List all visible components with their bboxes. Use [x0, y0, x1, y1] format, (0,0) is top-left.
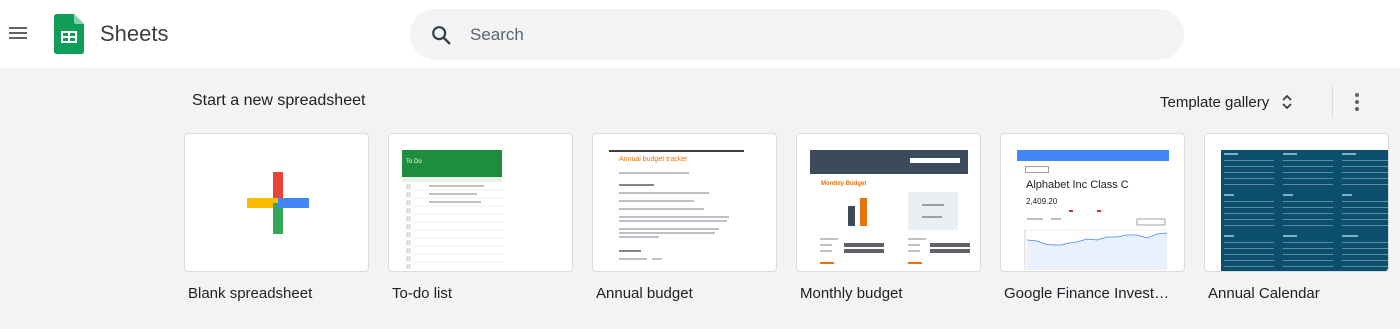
finance-header — [1017, 150, 1169, 161]
menu-icon[interactable] — [7, 24, 29, 44]
search-icon[interactable] — [430, 24, 452, 46]
plus-icon — [247, 172, 309, 234]
template-label: Monthly budget — [800, 285, 903, 302]
monthly-mini-chart — [820, 192, 970, 264]
search-bar[interactable] — [410, 9, 1184, 60]
todo-thumb-title: To Do — [406, 159, 422, 165]
template-thumbnail[interactable]: Monthly Budget — [796, 133, 981, 272]
todo-rows — [402, 184, 502, 269]
template-card-annual-calendar[interactable]: Annual Calendar — [1204, 133, 1389, 302]
finance-ticker-box — [1025, 166, 1049, 173]
budget-top-rule — [609, 150, 744, 152]
toolbar-divider — [1332, 86, 1333, 118]
finance-thumb-value: 2,409.20 — [1026, 197, 1058, 206]
monthly-header — [810, 150, 968, 174]
template-label: To-do list — [392, 285, 453, 302]
monthly-header-field — [910, 158, 960, 163]
template-card-monthly-budget[interactable]: Monthly Budget Monthly budget — [796, 133, 981, 302]
template-card-todo[interactable]: To Do To-do list — [388, 133, 573, 302]
finance-mini-chart — [1024, 210, 1168, 270]
template-card-blank[interactable]: Blank spreadsheet — [184, 133, 369, 302]
template-thumbnail[interactable]: Annual budget tracker — [592, 133, 777, 272]
top-bar: Sheets — [0, 0, 1400, 68]
sheets-logo-icon[interactable] — [54, 14, 84, 54]
template-label: Annual budget — [596, 285, 693, 302]
template-thumbnail[interactable]: Alphabet Inc Class C 2,409.20 — [1000, 133, 1185, 272]
app-title[interactable]: Sheets — [100, 20, 169, 48]
template-card-annual-budget[interactable]: Annual budget tracker Annual budget — [592, 133, 777, 302]
template-label: Google Finance Invest… — [1004, 285, 1170, 302]
monthly-thumb-title: Monthly Budget — [821, 181, 867, 187]
template-gallery-label: Template gallery — [1160, 93, 1270, 111]
section-title: Start a new spreadsheet — [192, 92, 366, 109]
calendar-mini-grid — [1221, 150, 1388, 271]
template-card-google-finance[interactable]: Alphabet Inc Class C 2,409.20 Google Fin… — [1000, 133, 1185, 302]
template-label: Blank spreadsheet — [188, 285, 313, 302]
more-vert-icon[interactable] — [1344, 88, 1370, 116]
search-input[interactable] — [470, 22, 1150, 48]
annual-budget-thumb-title: Annual budget tracker — [619, 156, 688, 163]
todo-header: To Do — [402, 150, 502, 177]
template-thumbnail[interactable] — [184, 133, 369, 272]
finance-thumb-title: Alphabet Inc Class C — [1026, 179, 1129, 191]
template-label: Annual Calendar — [1208, 285, 1320, 302]
template-thumbnail[interactable]: To Do — [388, 133, 573, 272]
unfold-icon — [1282, 94, 1292, 110]
template-thumbnail[interactable] — [1204, 133, 1389, 272]
template-gallery-button[interactable]: Template gallery — [1150, 86, 1303, 118]
budget-text-lines — [619, 172, 729, 260]
